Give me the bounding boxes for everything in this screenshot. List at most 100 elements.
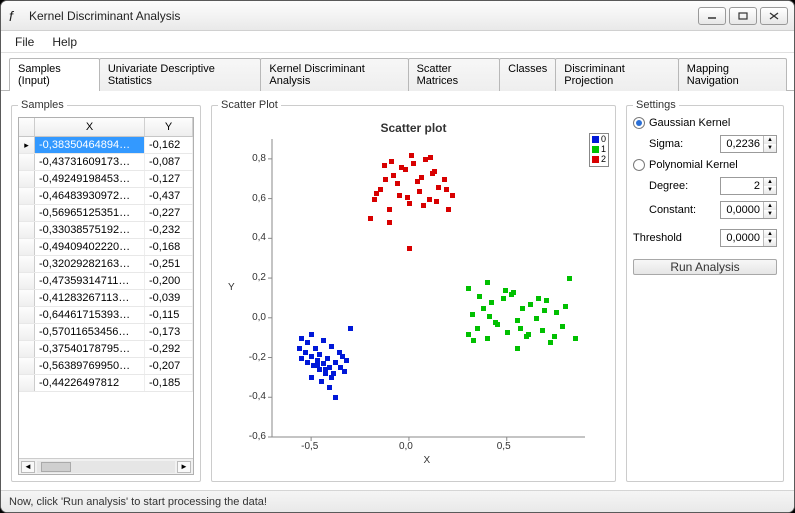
maximize-button[interactable]: [729, 7, 757, 25]
table-row[interactable]: -0,44226497812-0,185: [19, 375, 193, 392]
tab-5[interactable]: Discriminant Projection: [555, 58, 679, 91]
scroll-right-icon[interactable]: ►: [177, 461, 191, 473]
tab-3[interactable]: Scatter Matrices: [408, 58, 501, 91]
data-point: [387, 220, 392, 225]
data-point: [325, 356, 330, 361]
data-point: [309, 332, 314, 337]
data-point: [299, 356, 304, 361]
table-row[interactable]: ▸-0,38350464894…-0,162: [19, 137, 193, 154]
down-icon[interactable]: ▼: [764, 144, 776, 152]
data-point: [372, 197, 377, 202]
table-row[interactable]: -0,56965125351…-0,227: [19, 205, 193, 222]
run-analysis-button[interactable]: Run Analysis: [633, 259, 777, 275]
table-row[interactable]: -0,47359314711…-0,200: [19, 273, 193, 290]
sigma-field[interactable]: [721, 137, 763, 151]
data-point: [466, 286, 471, 291]
down-icon[interactable]: ▼: [764, 210, 776, 218]
data-point: [409, 153, 414, 158]
constant-input[interactable]: ▲▼: [720, 201, 777, 219]
data-point: [305, 340, 310, 345]
data-point: [342, 369, 347, 374]
data-point: [309, 375, 314, 380]
data-point: [542, 308, 547, 313]
menu-help[interactable]: Help: [52, 35, 77, 49]
table-row[interactable]: -0,32029282163…-0,251: [19, 256, 193, 273]
data-point: [434, 199, 439, 204]
degree-field[interactable]: [721, 179, 763, 193]
plot-area: Scatter plot -0,6-0,4-0,20,00,20,40,60,8…: [218, 117, 609, 475]
data-point: [485, 280, 490, 285]
tab-2[interactable]: Kernel Discriminant Analysis: [260, 58, 408, 91]
table-row[interactable]: -0,33038575192…-0,232: [19, 222, 193, 239]
data-point: [329, 344, 334, 349]
tab-1[interactable]: Univariate Descriptive Statistics: [99, 58, 262, 91]
tab-4[interactable]: Classes: [499, 58, 556, 91]
data-point: [299, 336, 304, 341]
table-row[interactable]: -0,49409402220…-0,168: [19, 239, 193, 256]
data-point: [427, 197, 432, 202]
data-point: [470, 312, 475, 317]
gaussian-radio[interactable]: Gaussian Kernel: [633, 117, 777, 129]
grid-hscrollbar[interactable]: ◄ ►: [19, 458, 193, 474]
data-point: [348, 326, 353, 331]
data-point: [442, 177, 447, 182]
data-point: [436, 185, 441, 190]
table-row[interactable]: -0,43731609173…-0,087: [19, 154, 193, 171]
data-point: [407, 201, 412, 206]
data-point: [317, 352, 322, 357]
data-point: [536, 296, 541, 301]
data-point: [311, 363, 316, 368]
data-point: [573, 336, 578, 341]
tab-0[interactable]: Samples (Input): [9, 58, 100, 91]
data-point: [503, 288, 508, 293]
down-icon[interactable]: ▼: [764, 238, 776, 246]
data-point: [327, 385, 332, 390]
menu-file[interactable]: File: [15, 35, 34, 49]
up-icon[interactable]: ▲: [764, 202, 776, 210]
data-point: [309, 354, 314, 359]
titlebar[interactable]: f Kernel Discriminant Analysis: [1, 1, 794, 31]
table-row[interactable]: -0,46483930972…-0,437: [19, 188, 193, 205]
samples-grid[interactable]: X Y ▸-0,38350464894…-0,162-0,43731609173…: [18, 117, 194, 475]
data-point: [432, 169, 437, 174]
table-row[interactable]: -0,64461715393…-0,115: [19, 307, 193, 324]
data-point: [415, 179, 420, 184]
threshold-input[interactable]: ▲▼: [720, 229, 777, 247]
svg-text:f: f: [9, 8, 15, 24]
scroll-left-icon[interactable]: ◄: [21, 461, 35, 473]
data-point: [313, 346, 318, 351]
app-icon: f: [7, 8, 23, 24]
data-point: [391, 173, 396, 178]
scroll-thumb[interactable]: [41, 462, 71, 472]
data-point: [552, 334, 557, 339]
table-row[interactable]: -0,49249198453…-0,127: [19, 171, 193, 188]
table-row[interactable]: -0,56389769950…-0,207: [19, 358, 193, 375]
data-point: [475, 326, 480, 331]
data-point: [485, 336, 490, 341]
col-x[interactable]: X: [35, 118, 145, 136]
up-icon[interactable]: ▲: [764, 230, 776, 238]
data-point: [518, 326, 523, 331]
polynomial-radio[interactable]: Polynomial Kernel: [633, 159, 777, 171]
close-button[interactable]: [760, 7, 788, 25]
up-icon[interactable]: ▲: [764, 178, 776, 186]
menubar: File Help: [1, 31, 794, 53]
polynomial-label: Polynomial Kernel: [649, 159, 738, 171]
threshold-field[interactable]: [721, 231, 763, 245]
up-icon[interactable]: ▲: [764, 136, 776, 144]
table-row[interactable]: -0,41283267113…-0,039: [19, 290, 193, 307]
degree-input[interactable]: ▲▼: [720, 177, 777, 195]
table-row[interactable]: -0,37540178795…-0,292: [19, 341, 193, 358]
data-point: [466, 332, 471, 337]
table-row[interactable]: -0,57011653456…-0,173: [19, 324, 193, 341]
grid-header: X Y: [19, 118, 193, 137]
plot-legend: 012: [589, 133, 609, 167]
content-area: Samples X Y ▸-0,38350464894…-0,162-0,437…: [1, 91, 794, 490]
sigma-input[interactable]: ▲▼: [720, 135, 777, 153]
col-y[interactable]: Y: [145, 118, 193, 136]
constant-field[interactable]: [721, 203, 763, 217]
down-icon[interactable]: ▼: [764, 186, 776, 194]
threshold-label: Threshold: [633, 232, 682, 244]
minimize-button[interactable]: [698, 7, 726, 25]
tab-6[interactable]: Mapping Navigation: [678, 58, 787, 91]
